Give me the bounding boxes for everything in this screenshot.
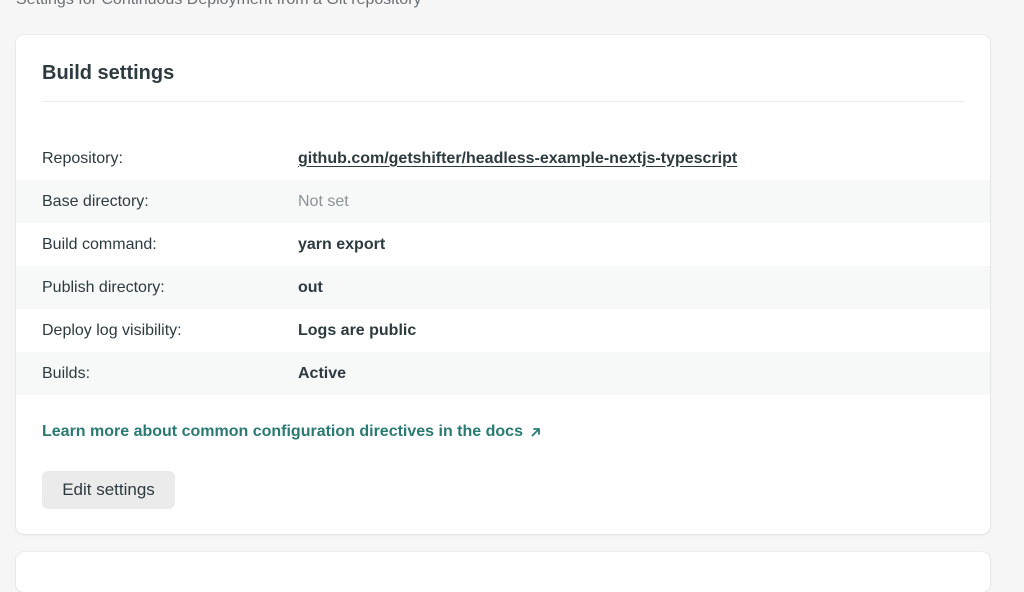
setting-row-repository: Repository: github.com/getshifter/headle… [16,137,990,180]
docs-link-label: Learn more about common configuration di… [42,423,523,440]
setting-label: Publish directory: [42,278,165,296]
setting-label: Base directory: [42,192,149,210]
edit-settings-button[interactable]: Edit settings [42,471,175,509]
setting-row-build-command: Build command: yarn export [16,223,990,266]
setting-label: Build command: [42,235,157,253]
card-divider [42,101,964,102]
setting-row-base-directory: Base directory: Not set [16,180,990,223]
docs-link[interactable]: Learn more about common configuration di… [42,423,542,441]
page-subtitle: Settings for Continuous Deployment from … [16,0,422,9]
build-settings-card: Build settings Repository: github.com/ge… [16,35,990,534]
setting-value: Not set [298,192,349,210]
setting-row-builds: Builds: Active [16,352,990,395]
setting-value: Logs are public [298,321,417,339]
setting-value: Active [298,364,347,382]
setting-row-deploy-log-visibility: Deploy log visibility: Logs are public [16,309,990,352]
card-title: Build settings [42,62,175,84]
settings-list: Repository: github.com/getshifter/headle… [16,137,990,395]
setting-label: Deploy log visibility: [42,321,182,339]
setting-label: Repository: [42,149,123,167]
next-card [16,552,990,592]
setting-label: Builds: [42,364,91,382]
setting-row-publish-directory: Publish directory: out [16,266,990,309]
repository-link[interactable]: github.com/getshifter/headless-example-n… [298,150,737,168]
setting-value: out [298,278,323,296]
setting-value: yarn export [298,235,386,253]
external-arrow-icon [531,428,540,437]
